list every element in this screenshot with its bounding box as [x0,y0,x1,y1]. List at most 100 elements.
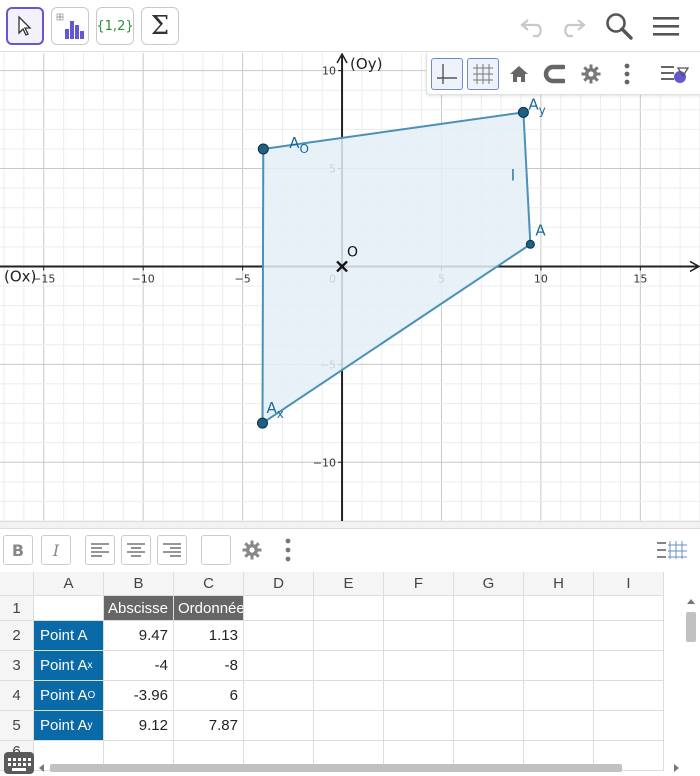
axes-toggle-button[interactable] [431,58,463,90]
cell-c1[interactable]: Ordonnée [174,596,244,621]
row-header-5[interactable]: 5 [0,711,34,741]
snap-button[interactable] [539,58,571,90]
point-a[interactable] [525,239,535,249]
quadrilateral-polygon[interactable] [261,111,532,425]
empty-cell[interactable] [524,711,594,741]
empty-cell[interactable] [594,681,664,711]
graphics-settings-button[interactable] [575,58,607,90]
column-header-g[interactable]: G [454,572,524,596]
statistics-tool-button[interactable] [51,7,89,45]
italic-button[interactable]: I [41,535,71,565]
row-header-3[interactable]: 3 [0,651,34,681]
cell-b5[interactable]: 9.12 [104,711,174,741]
keyboard-toggle-button[interactable] [4,752,34,774]
y-axis-label: (Oy) [350,55,382,73]
empty-cell[interactable] [454,711,524,741]
empty-cell[interactable] [314,681,384,711]
cell-c5[interactable]: 7.87 [174,711,244,741]
sheet-layout-button[interactable] [654,535,690,565]
axes-toggle-icon [437,64,457,84]
redo-button[interactable] [554,8,590,44]
empty-cell[interactable] [244,596,314,621]
empty-cell[interactable] [244,711,314,741]
empty-cell[interactable] [384,681,454,711]
cell-a1[interactable] [34,596,104,621]
vertical-scrollbar[interactable] [683,596,699,760]
cell-b4[interactable]: -3.96 [104,681,174,711]
empty-cell[interactable] [594,621,664,651]
empty-cell[interactable] [314,596,384,621]
cell-b3[interactable]: -4 [104,651,174,681]
column-header-a[interactable]: A [34,572,104,596]
row-header-1[interactable]: 1 [0,596,34,621]
sheet-more-button[interactable] [273,535,303,565]
empty-cell[interactable] [384,711,454,741]
polygon-label: l [511,166,515,184]
empty-cell[interactable] [594,596,664,621]
align-right-button[interactable] [157,535,187,565]
empty-cell[interactable] [384,651,454,681]
graphics-view[interactable]: −15−10−5510150−10−5510(Ox)(Oy)lOAAxAOAy [0,53,700,521]
empty-cell[interactable] [594,711,664,741]
bold-button[interactable]: B [3,535,33,565]
style-bar-toggle-button[interactable] [659,58,691,90]
column-header-b[interactable]: B [104,572,174,596]
list-tool-button[interactable]: {1,2} [96,7,134,45]
column-header-i[interactable]: I [594,572,664,596]
background-color-button[interactable] [201,535,231,565]
empty-cell[interactable] [384,621,454,651]
empty-cell[interactable] [454,681,524,711]
column-header-d[interactable]: D [244,572,314,596]
view-splitter[interactable] [0,521,700,529]
move-tool-button[interactable] [6,7,44,45]
horizontal-scrollbar[interactable] [36,760,684,774]
sheet-settings-button[interactable] [237,535,267,565]
select-all-corner[interactable] [0,572,34,596]
cell-b1[interactable]: Abscisse [104,596,174,621]
cell-a4[interactable]: Point AO [34,681,104,711]
row-header-2[interactable]: 2 [0,621,34,651]
empty-cell[interactable] [244,651,314,681]
cell-a5[interactable]: Point Ay [34,711,104,741]
search-button[interactable] [601,8,637,44]
column-header-c[interactable]: C [174,572,244,596]
spreadsheet-view[interactable]: A B C D E F G H I 1 2 3 4 5 6 Abscisse O… [0,572,700,776]
main-menu-button[interactable] [648,8,684,44]
cell-c4[interactable]: 6 [174,681,244,711]
grid-toggle-button[interactable] [467,58,499,90]
point-ax[interactable] [257,417,268,429]
graphics-canvas[interactable]: −15−10−5510150−10−5510(Ox)(Oy)lOAAxAOAy [0,53,700,521]
empty-cell[interactable] [244,681,314,711]
cell-c3[interactable]: -8 [174,651,244,681]
align-left-button[interactable] [85,535,115,565]
sum-tool-button[interactable]: Σ [141,7,179,45]
cell-b2[interactable]: 9.47 [104,621,174,651]
empty-cell[interactable] [524,651,594,681]
empty-cell[interactable] [244,621,314,651]
column-header-h[interactable]: H [524,572,594,596]
row-header-4[interactable]: 4 [0,681,34,711]
more-vertical-icon [285,538,291,562]
empty-cell[interactable] [594,651,664,681]
empty-cell[interactable] [384,596,454,621]
point-ay[interactable] [517,106,529,118]
empty-cell[interactable] [314,621,384,651]
empty-cell[interactable] [454,621,524,651]
empty-cell[interactable] [524,596,594,621]
cell-a2[interactable]: Point A [34,621,104,651]
cell-a3[interactable]: Point Ax [34,651,104,681]
undo-button[interactable] [516,8,552,44]
empty-cell[interactable] [454,596,524,621]
empty-cell[interactable] [524,681,594,711]
empty-cell[interactable] [314,651,384,681]
home-button[interactable] [503,58,535,90]
empty-cell[interactable] [454,651,524,681]
cell-c2[interactable]: 1.13 [174,621,244,651]
empty-cell[interactable] [524,621,594,651]
align-center-button[interactable] [121,535,151,565]
column-header-e[interactable]: E [314,572,384,596]
column-header-f[interactable]: F [384,572,454,596]
empty-cell[interactable] [314,711,384,741]
graphics-more-button[interactable] [611,58,643,90]
point-ao[interactable] [257,143,269,155]
